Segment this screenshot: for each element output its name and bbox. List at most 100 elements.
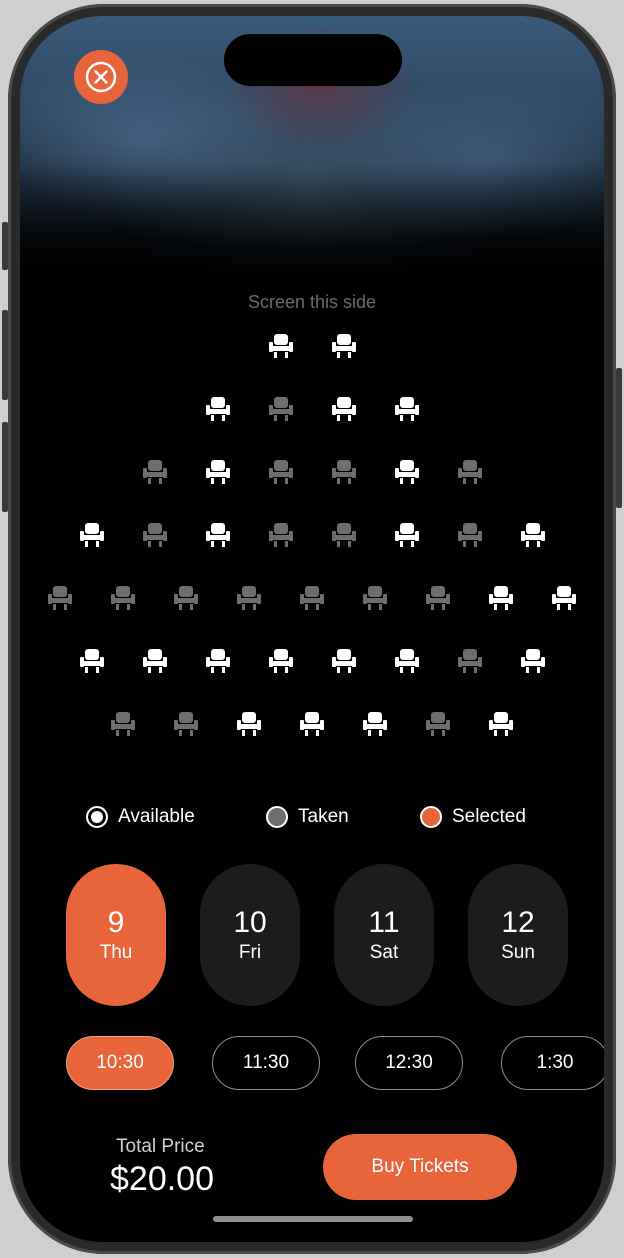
seat-icon [142,523,167,547]
date-weekday: Thu [99,942,133,963]
seat-taken [455,520,485,550]
date-option-sun[interactable]: 12 Sun [468,864,568,1006]
seat-icon [205,397,230,421]
seat-icon [520,523,545,547]
seat-taken [455,646,485,676]
seat-taken [455,457,485,487]
seat-icon [363,712,387,736]
seat-icon [142,460,167,484]
available-dot-icon [86,806,108,828]
seat-icon [331,649,356,673]
seat-available[interactable] [392,646,422,676]
seat-icon [237,712,261,736]
seat-icon [268,523,293,547]
seat-available[interactable] [486,709,516,739]
seat-available[interactable] [329,394,359,424]
seat-icon [457,460,482,484]
seat-selected[interactable] [329,646,359,676]
showtime-option[interactable]: 12:30 [355,1036,463,1090]
seat-available[interactable] [392,457,422,487]
seat-icon [426,586,450,610]
seat-available[interactable] [266,331,296,361]
seat-taken [266,394,296,424]
seat-icon [111,712,135,736]
seat-legend: Available Taken Selected [20,806,604,836]
seat-taken [423,709,453,739]
seat-taken [140,457,170,487]
seat-icon [174,712,198,736]
seat-taken [140,520,170,550]
seat-icon [174,586,198,610]
seat-icon [457,649,482,673]
seat-icon [142,649,167,673]
close-button[interactable] [74,50,128,104]
date-option-fri[interactable]: 10 Fri [200,864,300,1006]
seat-taken [266,520,296,550]
seat-taken [108,583,138,613]
seat-icon [268,334,293,358]
date-option-thu[interactable]: 9 Thu [66,864,166,1006]
seat-selected[interactable] [266,646,296,676]
seat-available[interactable] [392,520,422,550]
home-indicator [213,1216,413,1222]
seat-taken [329,457,359,487]
seat-taken [329,520,359,550]
action-button [2,222,8,270]
seat-icon [489,586,513,610]
date-number: 10 [233,906,267,939]
seat-available[interactable] [360,709,390,739]
seat-available[interactable] [203,520,233,550]
seat-selected[interactable] [140,646,170,676]
showtime-option[interactable]: 1:30 [501,1036,604,1090]
seat-available[interactable] [203,394,233,424]
legend-selected-label: Selected [452,806,526,827]
seat-icon [394,649,419,673]
seat-available[interactable] [518,520,548,550]
selected-dot-icon [420,806,442,828]
seat-icon [300,586,324,610]
power-button [616,368,622,508]
seat-selected[interactable] [203,646,233,676]
date-weekday: Fri [238,942,262,963]
seat-icon [205,460,230,484]
seat-taken [171,709,201,739]
legend-available-label: Available [118,806,195,827]
date-number: 12 [501,906,535,939]
seat-taken [360,583,390,613]
seat-icon [205,649,230,673]
seat-taken [297,583,327,613]
buy-tickets-button[interactable]: Buy Tickets [323,1134,517,1200]
seat-icon [552,586,576,610]
seat-icon [300,712,324,736]
date-option-sat[interactable]: 11 Sat [334,864,434,1006]
seat-available[interactable] [392,394,422,424]
seat-available[interactable] [77,646,107,676]
seat-available[interactable] [549,583,579,613]
seat-icon [520,649,545,673]
legend-selected: Selected [420,806,526,828]
seat-available[interactable] [329,331,359,361]
volume-up-button [2,310,8,400]
volume-down-button [2,422,8,512]
dynamic-island [224,34,402,86]
seat-available[interactable] [297,709,327,739]
showtime-option[interactable]: 11:30 [212,1036,320,1090]
seat-taken [234,583,264,613]
seat-available[interactable] [77,520,107,550]
seat-available[interactable] [486,583,516,613]
seat-icon [268,460,293,484]
seat-icon [394,397,419,421]
seat-taken [108,709,138,739]
seat-available[interactable] [203,457,233,487]
seat-icon [237,586,261,610]
seat-taken [423,583,453,613]
seat-icon [394,460,419,484]
seat-available[interactable] [518,646,548,676]
seat-available[interactable] [234,709,264,739]
date-weekday: Sat [369,942,399,963]
seat-icon [111,586,135,610]
showtime-option[interactable]: 10:30 [66,1036,174,1090]
seat-taken [266,457,296,487]
date-weekday: Sun [501,942,535,963]
app-screen: Screen this side Available Taken Selecte… [20,16,604,1242]
